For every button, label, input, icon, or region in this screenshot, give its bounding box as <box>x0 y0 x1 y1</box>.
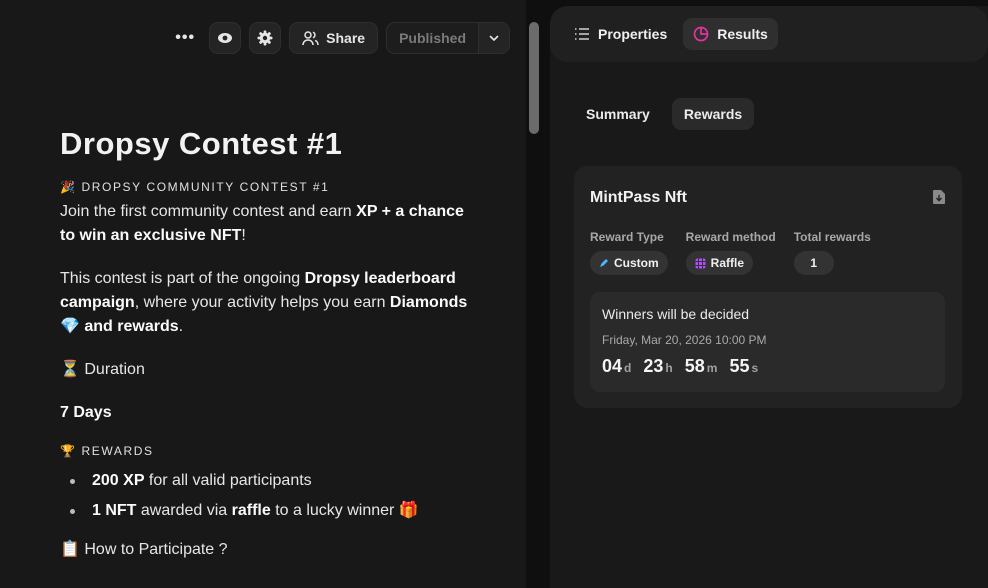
duration-heading: ⏳ Duration <box>60 361 145 378</box>
export-button[interactable] <box>932 189 946 210</box>
winners-text: Winners will be decided <box>602 306 750 322</box>
editor-toolbar: ••• Share Published <box>169 22 510 54</box>
countdown-seconds-unit: s <box>751 361 759 375</box>
article-content[interactable]: Dropsy Contest #1 🎉 DROPSY COMMUNITY CON… <box>60 126 480 562</box>
intro-paragraph: Join the first community contest and ear… <box>60 200 480 248</box>
countdown-minutes: 58 m <box>685 356 718 377</box>
list-icon <box>575 28 589 40</box>
rewards-list: 200 XP for all valid participants 1 NFT … <box>60 466 480 526</box>
contest-caption: 🎉 DROPSY COMMUNITY CONTEST #1 <box>60 180 480 194</box>
campaign-text-3: . <box>178 318 184 335</box>
reward-xp-text: for all valid participants <box>144 472 312 489</box>
tab-properties-label: Properties <box>598 26 668 42</box>
total-rewards-column: Total rewards 1 <box>793 230 871 275</box>
countdown-hours-unit: h <box>665 361 673 375</box>
duration-value: 7 Days <box>60 401 480 425</box>
party-emoji: 🎉 <box>60 180 77 194</box>
countdown-days-unit: d <box>624 361 632 375</box>
reward-method-label: Reward method <box>685 230 776 244</box>
rewards-caption-text: REWARDS <box>81 444 154 458</box>
reward-title: MintPass Nft <box>590 189 687 206</box>
file-download-icon <box>933 190 945 204</box>
share-label: Share <box>326 30 366 46</box>
share-button[interactable]: Share <box>289 22 379 54</box>
tab-results-label: Results <box>717 26 768 42</box>
pencil-icon <box>600 259 608 267</box>
countdown-hours: 23 h <box>643 356 672 377</box>
results-subtabs: Summary Rewards <box>574 98 755 130</box>
list-item: 1 NFT awarded via raffle to a lucky winn… <box>60 496 480 526</box>
list-item: 200 XP for all valid participants <box>60 466 480 496</box>
page-title: Dropsy Contest #1 <box>60 126 343 161</box>
chevron-down-icon <box>489 35 499 41</box>
countdown-minutes-value: 58 <box>684 356 705 376</box>
reward-nft-text-1: awarded via <box>136 502 232 519</box>
more-horizontal-icon: ••• <box>175 29 196 46</box>
winners-box: Winners will be decided Friday, Mar 20, … <box>590 292 945 392</box>
reward-method-badge: Raffle <box>685 251 754 275</box>
gear-icon <box>257 30 273 46</box>
settings-button[interactable] <box>249 22 282 54</box>
tab-results[interactable]: Results <box>683 18 778 50</box>
total-rewards-badge: 1 <box>793 251 834 275</box>
tab-properties[interactable]: Properties <box>564 18 677 50</box>
tab-summary[interactable]: Summary <box>574 98 662 130</box>
intro-text-2: ! <box>241 227 246 244</box>
reward-type-column: Reward Type Custom <box>590 230 668 275</box>
countdown-seconds: 55 s <box>729 356 758 377</box>
editor-pane: ••• Share Published Dropsy Contest #1 🎉 … <box>0 0 526 588</box>
countdown-seconds-value: 55 <box>729 356 750 376</box>
draw-date: Friday, Mar 20, 2026 10:00 PM <box>602 333 767 347</box>
countdown-minutes-unit: m <box>706 361 718 375</box>
publish-options-dropdown[interactable] <box>479 23 509 53</box>
reward-nft-raffle: raffle <box>231 502 271 519</box>
countdown-timer: 04 d 23 h 58 m 55 s <box>602 356 933 377</box>
contest-caption-text: DROPSY COMMUNITY CONTEST #1 <box>81 180 330 194</box>
reward-card: MintPass Nft Reward Type Custom Reward m… <box>574 166 962 408</box>
countdown-hours-value: 23 <box>643 356 664 376</box>
duration-value-text: 7 Days <box>60 404 112 421</box>
intro-text-1: Join the first community contest and ear… <box>60 203 357 220</box>
reward-details: Reward Type Custom Reward method Raffle <box>590 230 889 275</box>
reward-method-value: Raffle <box>710 256 745 270</box>
rewards-caption: 🏆 REWARDS <box>60 444 480 458</box>
raffle-ticket-icon <box>695 258 706 268</box>
total-rewards-label: Total rewards <box>793 230 871 244</box>
campaign-paragraph: This contest is part of the ongoing Drop… <box>60 267 480 339</box>
reward-xp: 200 XP <box>92 472 145 489</box>
editor-scrollbar[interactable] <box>529 22 539 134</box>
campaign-text-2: , where your activity helps you earn <box>134 294 390 311</box>
reward-type-value: Custom <box>614 256 659 270</box>
preview-button[interactable] <box>209 22 242 54</box>
how-to-participate-heading: 📋 How to Participate ? <box>60 541 228 558</box>
reward-type-badge: Custom <box>590 251 668 275</box>
more-button[interactable]: ••• <box>169 22 201 54</box>
panel-header: Properties Results <box>550 6 988 62</box>
reward-method-column: Reward method Raffle <box>685 230 776 275</box>
trophy-emoji: 🏆 <box>60 444 77 458</box>
reward-nft: 1 NFT <box>92 502 137 519</box>
publish-status-button[interactable]: Published <box>387 23 479 53</box>
users-icon <box>302 31 319 46</box>
countdown-days-value: 04 <box>602 356 623 376</box>
pie-chart-icon <box>693 26 709 42</box>
campaign-text-1: This contest is part of the ongoing <box>60 270 305 287</box>
publish-status-control: Published <box>386 22 510 54</box>
reward-type-label: Reward Type <box>590 230 664 244</box>
results-panel: Properties Results Summary Rewards MintP… <box>550 6 988 588</box>
reward-nft-text-2: to a lucky winner 🎁 <box>270 502 419 519</box>
tab-rewards[interactable]: Rewards <box>671 98 755 130</box>
eye-icon <box>218 33 233 43</box>
countdown-days: 04 d <box>602 356 631 377</box>
